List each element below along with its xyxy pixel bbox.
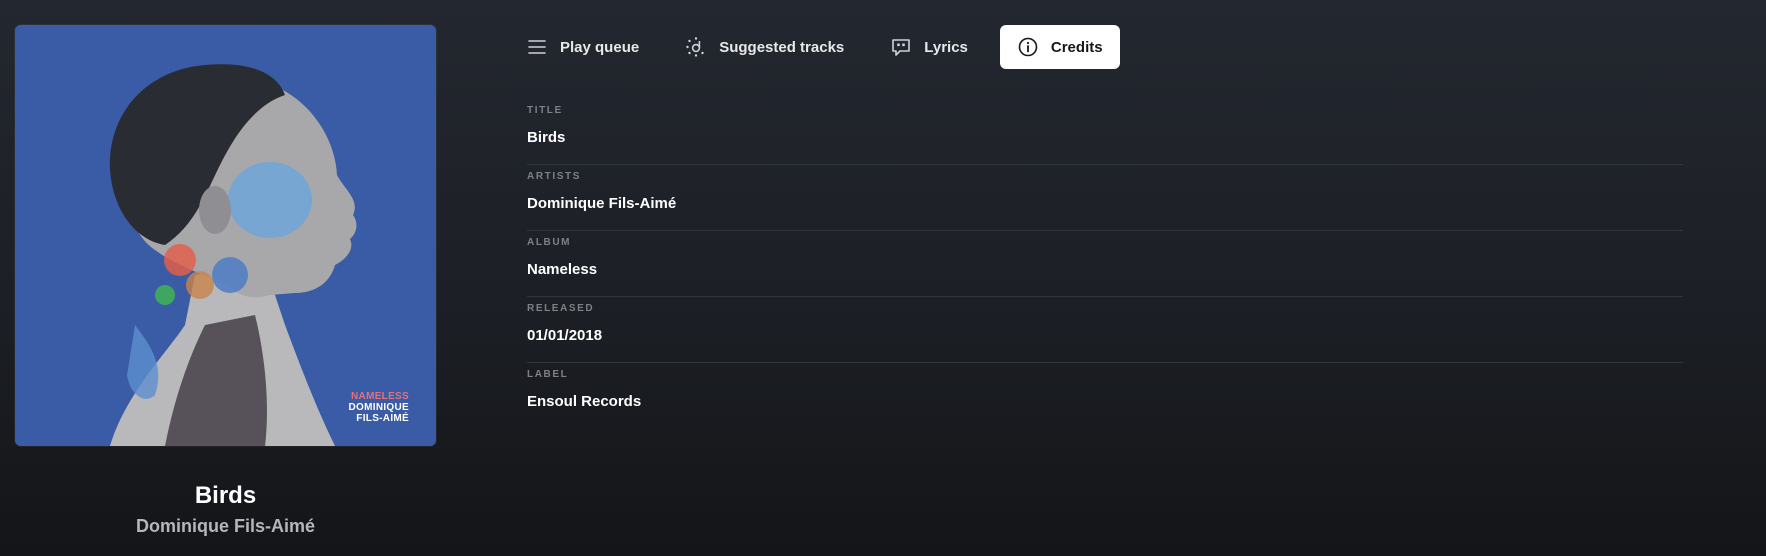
cover-album-name: NAMELESS: [351, 391, 409, 402]
tab-lyrics[interactable]: Lyrics: [876, 25, 982, 69]
credit-label: ARTISTS: [527, 171, 581, 182]
tab-play-queue[interactable]: Play queue: [512, 25, 653, 69]
lyrics-icon: [890, 36, 912, 58]
tab-label: Credits: [1050, 38, 1103, 56]
suggested-icon: [685, 36, 707, 58]
credit-row-label: LABEL Ensoul Records: [527, 363, 1683, 429]
info-icon: [1017, 36, 1039, 58]
tab-label: Lyrics: [924, 38, 968, 56]
credit-value: 01/01/2018: [527, 327, 603, 344]
now-playing-artist[interactable]: Dominique Fils-Aimé: [15, 516, 436, 537]
credit-label: ALBUM: [527, 237, 572, 248]
credit-value: Ensoul Records: [527, 393, 642, 410]
tab-suggested-tracks[interactable]: Suggested tracks: [671, 25, 858, 69]
tab-label: Suggested tracks: [719, 38, 845, 56]
credit-row-released: RELEASED 01/01/2018: [527, 297, 1683, 363]
credit-label: RELEASED: [527, 303, 595, 314]
credit-label: LABEL: [527, 369, 569, 380]
credit-value[interactable]: Dominique Fils-Aimé: [527, 195, 1683, 212]
credit-label: TITLE: [527, 105, 563, 116]
credits-list: TITLE Birds ARTISTS Dominique Fils-Aimé …: [527, 99, 1683, 429]
credit-value[interactable]: Nameless: [527, 261, 1683, 278]
tab-label: Play queue: [560, 38, 640, 56]
album-cover[interactable]: NAMELESS DOMINIQUE FILS-AIMÉ: [15, 25, 436, 446]
cover-artist-first: DOMINIQUE: [348, 402, 409, 413]
credit-row-artists: ARTISTS Dominique Fils-Aimé: [527, 165, 1683, 231]
cover-text: NAMELESS DOMINIQUE FILS-AIMÉ: [349, 391, 409, 424]
tab-credits[interactable]: Credits: [999, 25, 1120, 69]
panel-tabs: Play queue Suggested tracks Lyrics Credi…: [512, 25, 1138, 69]
credit-value: Birds: [527, 129, 566, 146]
cover-artist-last: FILS-AIMÉ: [356, 413, 409, 424]
list-icon: [526, 36, 548, 58]
now-playing-title: Birds: [194, 482, 257, 509]
credit-row-album: ALBUM Nameless: [527, 231, 1683, 297]
credit-row-title: TITLE Birds: [527, 99, 1683, 165]
album-artwork: [15, 25, 436, 446]
